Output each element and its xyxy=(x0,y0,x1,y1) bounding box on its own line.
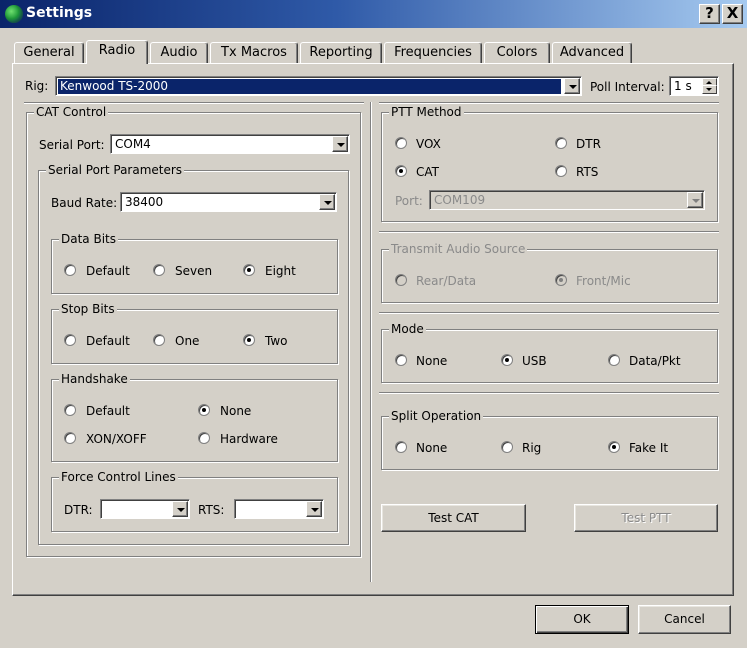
test-cat-button[interactable]: Test CAT xyxy=(381,504,526,532)
chevron-down-icon[interactable] xyxy=(564,78,580,94)
radio-icon xyxy=(64,334,76,346)
radio-checked-icon xyxy=(555,274,567,286)
radio-label: Data/Pkt xyxy=(629,354,681,368)
rig-select[interactable]: Kenwood TS-2000 xyxy=(55,76,582,96)
button-label: Cancel xyxy=(664,612,705,626)
button-label: OK xyxy=(573,612,591,626)
separator xyxy=(379,231,719,233)
radio-label: One xyxy=(175,334,200,348)
radio-icon xyxy=(64,264,76,276)
poll-interval-value: 1 s xyxy=(674,79,692,93)
radio-label: Fake It xyxy=(629,441,669,455)
cancel-button[interactable]: Cancel xyxy=(638,605,731,634)
radio-icon xyxy=(555,137,567,149)
radio-icon xyxy=(395,441,407,453)
button-label: Test PTT xyxy=(621,511,671,525)
handshake-group: Handshake xyxy=(51,371,338,462)
baud-rate-label: Baud Rate: xyxy=(51,196,118,210)
radio-icon xyxy=(501,441,513,453)
radio-label: RTS xyxy=(576,165,599,179)
baud-rate-value: 38400 xyxy=(125,195,164,209)
ptt-method-title: PTT Method xyxy=(389,104,464,120)
ptt-port-select[interactable]: COM109 xyxy=(429,190,705,210)
dtr-select[interactable] xyxy=(100,499,190,519)
radio-label: Front/Mic xyxy=(576,274,631,288)
radio-icon xyxy=(153,264,165,276)
radio-label: None xyxy=(416,354,448,368)
stop-bits-title: Stop Bits xyxy=(59,301,117,317)
poll-interval-spinbox[interactable]: 1 s xyxy=(669,76,719,96)
baud-rate-select[interactable]: 38400 xyxy=(120,192,337,212)
radio-checked-icon xyxy=(243,264,255,276)
radio-icon xyxy=(395,274,407,286)
radio-label: Rig xyxy=(522,441,542,455)
radio-icon xyxy=(555,165,567,177)
force-control-lines-title: Force Control Lines xyxy=(59,469,178,485)
radio-checked-icon xyxy=(501,354,513,366)
radio-icon xyxy=(608,354,620,366)
radio-label: Eight xyxy=(265,264,296,278)
radio-checked-icon xyxy=(198,404,210,416)
serial-port-parameters-title: Serial Port Parameters xyxy=(46,162,185,178)
radio-icon xyxy=(395,137,407,149)
radio-label: Default xyxy=(86,264,130,278)
radio-icon xyxy=(153,334,165,346)
chevron-down-icon[interactable] xyxy=(332,136,348,152)
split-operation-title: Split Operation xyxy=(389,408,484,424)
radio-label: Default xyxy=(86,404,130,418)
separator xyxy=(379,312,719,314)
ptt-port-label: Port: xyxy=(395,194,423,208)
radio-label: None xyxy=(416,441,448,455)
mode-title: Mode xyxy=(389,321,426,337)
rts-label: RTS: xyxy=(198,503,225,517)
radio-icon xyxy=(198,432,210,444)
radio-label: USB xyxy=(522,354,547,368)
handshake-title: Handshake xyxy=(59,371,130,387)
chevron-down-icon[interactable] xyxy=(306,501,322,517)
radio-label: None xyxy=(220,404,252,418)
serial-port-label: Serial Port: xyxy=(39,138,105,152)
vertical-separator xyxy=(370,102,372,582)
dtr-label: DTR: xyxy=(64,503,93,517)
radio-checked-icon xyxy=(395,165,407,177)
separator xyxy=(379,392,719,394)
chevron-down-icon[interactable] xyxy=(172,501,188,517)
spin-down-icon[interactable] xyxy=(702,85,717,94)
test-ptt-button[interactable]: Test PTT xyxy=(574,504,718,532)
radio-label: Default xyxy=(86,334,130,348)
button-label: Test CAT xyxy=(428,511,479,525)
radio-checked-icon xyxy=(608,441,620,453)
cat-control-title: CAT Control xyxy=(34,104,109,120)
radio-label: Seven xyxy=(175,264,213,278)
data-bits-title: Data Bits xyxy=(59,231,118,247)
radio-icon xyxy=(64,404,76,416)
rts-select[interactable] xyxy=(234,499,324,519)
radio-label: VOX xyxy=(416,137,441,151)
radio-checked-icon xyxy=(243,334,255,346)
radio-label: Two xyxy=(265,334,288,348)
ok-button[interactable]: OK xyxy=(535,605,629,634)
radio-icon xyxy=(64,432,76,444)
radio-label: CAT xyxy=(416,165,439,179)
radio-label: Rear/Data xyxy=(416,274,477,288)
transmit-audio-source-title: Transmit Audio Source xyxy=(389,241,528,257)
serial-port-value: COM4 xyxy=(115,137,151,151)
radio-icon xyxy=(395,354,407,366)
chevron-down-icon xyxy=(687,192,703,208)
radio-label: XON/XOFF xyxy=(86,432,147,446)
serial-port-select[interactable]: COM4 xyxy=(110,134,350,154)
rig-value: Kenwood TS-2000 xyxy=(58,79,561,94)
chevron-down-icon[interactable] xyxy=(319,194,335,210)
radio-label: DTR xyxy=(576,137,601,151)
ptt-port-value: COM109 xyxy=(434,193,486,207)
rig-label: Rig: xyxy=(25,79,49,93)
poll-interval-label: Poll Interval: xyxy=(590,80,665,94)
radio-label: Hardware xyxy=(220,432,278,446)
